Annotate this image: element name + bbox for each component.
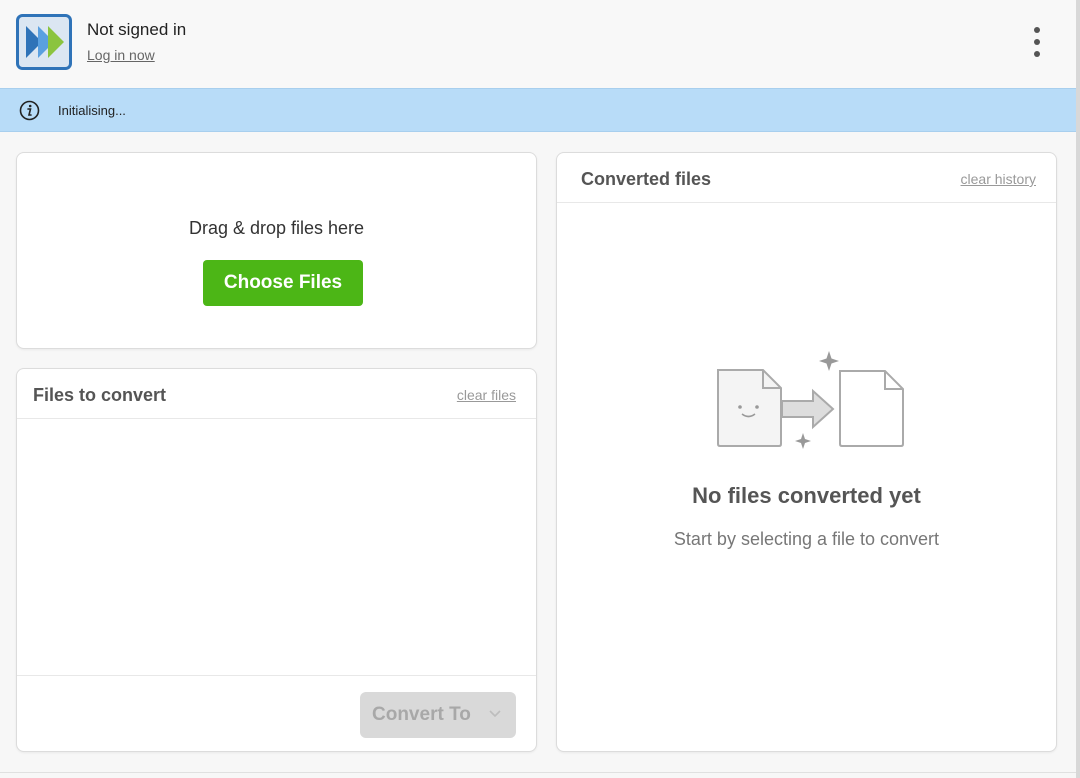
status-message: Initialising... (58, 103, 126, 118)
choose-files-button[interactable]: Choose Files (203, 260, 363, 306)
files-panel-header: Files to convert clear files (17, 369, 536, 419)
empty-state-subtitle: Start by selecting a file to convert (673, 529, 940, 549)
files-panel-title: Files to convert (33, 385, 167, 405)
converted-files-panel: Converted files clear history No files c… (556, 152, 1057, 752)
chevron-down-icon (489, 710, 501, 718)
status-bar: Initialising... (0, 88, 1076, 132)
files-panel-footer: Convert To (17, 675, 536, 753)
app-window: Not signed in Log in now Initialising...… (0, 0, 1076, 778)
files-to-convert-panel: Files to convert clear files Convert To (16, 368, 537, 752)
converted-panel-title: Converted files (581, 169, 712, 189)
bottom-divider (0, 772, 1076, 773)
clear-history-link[interactable]: clear history (961, 171, 1036, 187)
empty-state-title: No files converted yet (692, 483, 921, 508)
file-conversion-illustration-icon (717, 351, 904, 449)
clear-files-link[interactable]: clear files (457, 387, 516, 403)
window-edge (1076, 0, 1080, 778)
dropzone-prompt: Drag & drop files here (188, 218, 365, 238)
convert-to-label: Convert To (372, 704, 471, 725)
convert-to-button[interactable]: Convert To (360, 692, 516, 738)
login-link[interactable]: Log in now (87, 47, 155, 63)
files-list (17, 419, 536, 675)
header: Not signed in Log in now (0, 0, 1076, 88)
file-dropzone[interactable]: Drag & drop files here Choose Files (16, 152, 537, 349)
user-status: Not signed in (87, 20, 187, 39)
app-logo-icon (16, 14, 72, 70)
info-icon (19, 100, 40, 121)
kebab-menu-icon[interactable] (1024, 24, 1050, 60)
converted-panel-header: Converted files clear history (557, 153, 1056, 203)
